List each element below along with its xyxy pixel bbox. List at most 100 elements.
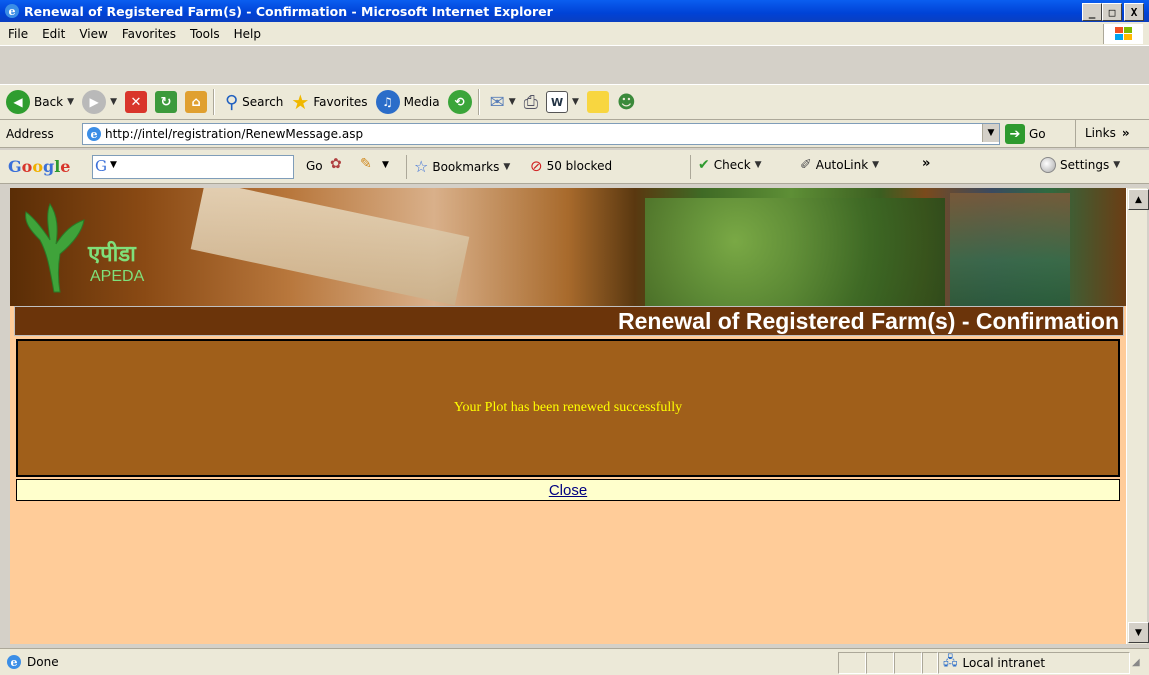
status-bar: e Done 🖧 Local intranet ◢ (0, 648, 1149, 675)
scroll-up-button[interactable]: ▲ (1128, 189, 1149, 210)
address-input[interactable]: e http://intel/registration/RenewMessage… (82, 123, 1000, 145)
chevron-down-icon[interactable]: ▼ (382, 160, 389, 170)
home-icon: ⌂ (184, 91, 207, 113)
edit-button[interactable]: W ▼ (546, 91, 579, 113)
chevron-down-icon: ▼ (503, 161, 511, 172)
apeda-hindi-label: एपीडा (88, 242, 136, 267)
google-g-icon: G (95, 157, 107, 175)
go-label: Go (1029, 127, 1046, 141)
discuss-button[interactable] (586, 91, 609, 113)
check-label: Check (713, 158, 751, 172)
back-button[interactable]: ◀ Back ▼ (6, 90, 74, 114)
ie-page-icon: e (7, 655, 21, 669)
history-button[interactable]: ⟲ (447, 90, 472, 114)
autolink-button[interactable]: ✐ AutoLink ▼ (800, 157, 879, 173)
close-row: Close (16, 479, 1120, 501)
standard-toolbar: ◀ Back ▼ ▶ ▼ ✕ ↻ ⌂ ⚲ Search ★ Favorites … (0, 84, 1149, 120)
blocked-label: 50 blocked (546, 159, 613, 173)
zone-label: Local intranet (962, 656, 1046, 670)
close-link[interactable]: Close (549, 482, 587, 499)
documents-photo (190, 188, 470, 306)
menu-file[interactable]: File (8, 27, 28, 41)
spellcheck-button[interactable]: ✔ Check ▼ (698, 157, 762, 173)
blocked-icon: ⊘ (530, 157, 543, 175)
status-pane (922, 652, 938, 674)
settings-label: Settings (1060, 158, 1110, 172)
separator (1075, 120, 1076, 148)
scroll-down-button[interactable]: ▼ (1128, 622, 1149, 643)
links-label: Links (1085, 126, 1116, 140)
google-go-button[interactable]: Go (306, 159, 323, 173)
favorites-label: Favorites (313, 95, 368, 109)
address-dropdown-button[interactable]: ▼ (982, 124, 999, 142)
menu-help[interactable]: Help (234, 27, 261, 41)
minimize-button[interactable]: _ (1082, 3, 1102, 21)
printer-icon: ⎙ (523, 91, 539, 113)
menu-edit[interactable]: Edit (42, 27, 65, 41)
vertical-scrollbar[interactable]: ▲ ▼ (1126, 188, 1149, 644)
zone-pane: 🖧 Local intranet (938, 652, 1130, 674)
separator (406, 155, 407, 179)
chevron-down-icon[interactable]: ▼ (572, 97, 579, 107)
window-title-bar[interactable]: e Renewal of Registered Farm(s) - Confir… (0, 0, 1149, 22)
forward-button[interactable]: ▶ ▼ (82, 90, 117, 114)
settings-button[interactable]: Settings ▼ (1040, 157, 1120, 173)
menu-bar: File Edit View Favorites Tools Help (0, 22, 1149, 46)
resize-grip-icon[interactable]: ◢ (1132, 657, 1140, 668)
chevron-down-icon[interactable]: ▼ (110, 160, 117, 170)
close-window-button[interactable]: X (1124, 3, 1144, 21)
address-url: http://intel/registration/RenewMessage.a… (105, 127, 364, 141)
menu-favorites[interactable]: Favorites (122, 27, 176, 41)
messenger-button[interactable]: ☻ (617, 92, 636, 113)
media-icon: ♫ (375, 90, 400, 114)
chevron-down-icon: ▼ (1113, 160, 1121, 170)
autolink-label: AutoLink (815, 158, 869, 172)
back-label: Back (34, 95, 64, 109)
media-button[interactable]: ♫ Media (375, 90, 440, 114)
messenger-icon: ☻ (616, 91, 636, 113)
maximize-button[interactable]: □ (1102, 3, 1122, 21)
mail-button[interactable]: ✉ ▼ (490, 92, 516, 113)
chevron-down-icon[interactable]: ▼ (110, 97, 117, 107)
word-icon: W (546, 91, 569, 113)
google-logo: Google (8, 157, 71, 176)
menu-view[interactable]: View (79, 27, 107, 41)
home-button[interactable]: ⌂ (184, 91, 207, 113)
mail-icon: ✉ (489, 91, 505, 113)
go-button[interactable]: ➔ Go (1005, 124, 1046, 144)
popup-blocker-button[interactable]: ⊘ 50 blocked (530, 157, 612, 175)
stop-button[interactable]: ✕ (124, 91, 147, 113)
news-icon[interactable]: ✿ (330, 156, 342, 172)
page-content: एपीडा APEDA Renewal of Registered Farm(s… (10, 188, 1126, 644)
highlight-icon[interactable]: ✎ (360, 156, 372, 172)
back-arrow-icon: ◀ (6, 90, 30, 114)
refresh-button[interactable]: ↻ (154, 91, 177, 113)
autolink-icon: ✐ (800, 157, 812, 173)
chevron-down-icon: ▼ (754, 160, 762, 170)
status-text: Done (27, 655, 59, 669)
go-arrow-icon: ➔ (1005, 124, 1025, 144)
menu-tools[interactable]: Tools (190, 27, 220, 41)
message-panel: Your Plot has been renewed successfully (16, 339, 1120, 477)
search-label: Search (242, 95, 284, 109)
print-button[interactable]: ⎙ (524, 92, 538, 113)
history-icon: ⟲ (447, 90, 472, 114)
success-message: Your Plot has been renewed successfully (453, 400, 683, 415)
star-icon: ☆ (414, 157, 429, 176)
window-title: Renewal of Registered Farm(s) - Confirma… (24, 3, 553, 19)
apeda-logo-icon (25, 202, 85, 293)
more-chevron-icon[interactable]: » (922, 156, 930, 171)
chevron-down-icon[interactable]: ▼ (67, 97, 74, 107)
svg-text:e: e (9, 5, 16, 18)
favorites-button[interactable]: ★ Favorites (291, 90, 367, 114)
bookmarks-button[interactable]: ☆ Bookmarks ▼ (414, 157, 510, 176)
links-button[interactable]: Links » (1085, 126, 1130, 140)
status-pane (838, 652, 866, 674)
google-search-input[interactable]: G ▼ (92, 155, 294, 179)
chevron-right-icon: » (1121, 126, 1130, 140)
google-toolbar: Google G ▼ Go ✿ ✎ ▼ ☆ Bookmarks ▼ ⊘ 50 b… (0, 150, 1149, 184)
page-heading: Renewal of Registered Farm(s) - Confirma… (14, 306, 1124, 336)
address-bar: Address e http://intel/registration/Rene… (0, 120, 1149, 148)
search-button[interactable]: ⚲ Search (225, 92, 283, 113)
chevron-down-icon[interactable]: ▼ (509, 97, 516, 107)
